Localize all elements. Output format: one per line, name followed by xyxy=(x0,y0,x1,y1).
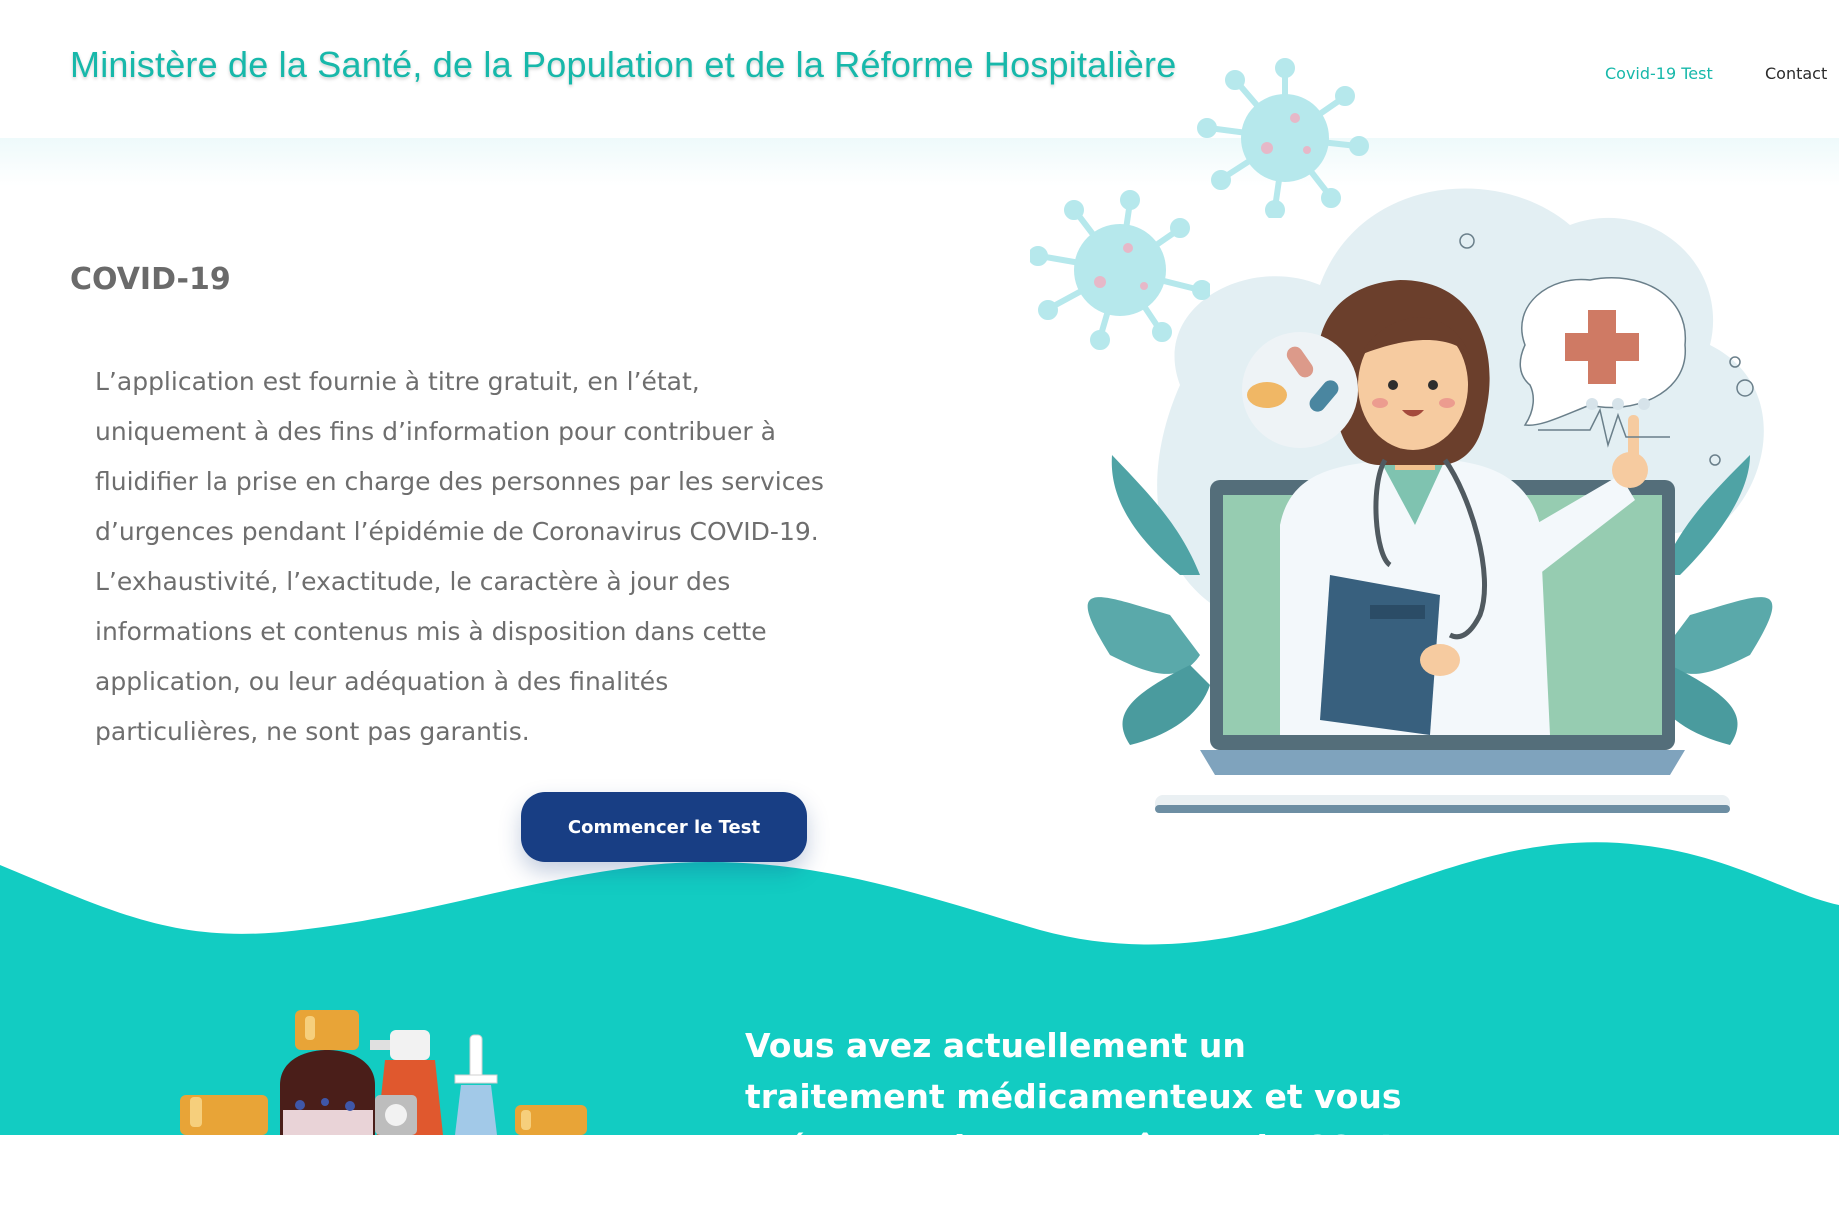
section-title-covid: COVID-19 xyxy=(70,262,231,297)
medications-illustration xyxy=(180,1010,587,1135)
disclaimer-text: L’application est fournie à titre gratui… xyxy=(95,367,824,746)
nav-contact-link[interactable]: Contact xyxy=(1765,64,1827,83)
teal-section-heading: Vous avez actuellement un traitement méd… xyxy=(745,1026,1434,1218)
start-test-button[interactable]: Commencer le Test xyxy=(521,792,807,862)
virus-illustration-top xyxy=(1197,58,1369,218)
site-header: Ministère de la Santé, de la Population … xyxy=(0,0,1839,138)
virus-illustration-left xyxy=(1030,190,1210,350)
main-nav: Covid-19 Test Contact xyxy=(0,64,1839,88)
nav-covid-test-link[interactable]: Covid-19 Test xyxy=(1605,64,1713,83)
doctor-laptop-illustration xyxy=(1087,188,1773,813)
